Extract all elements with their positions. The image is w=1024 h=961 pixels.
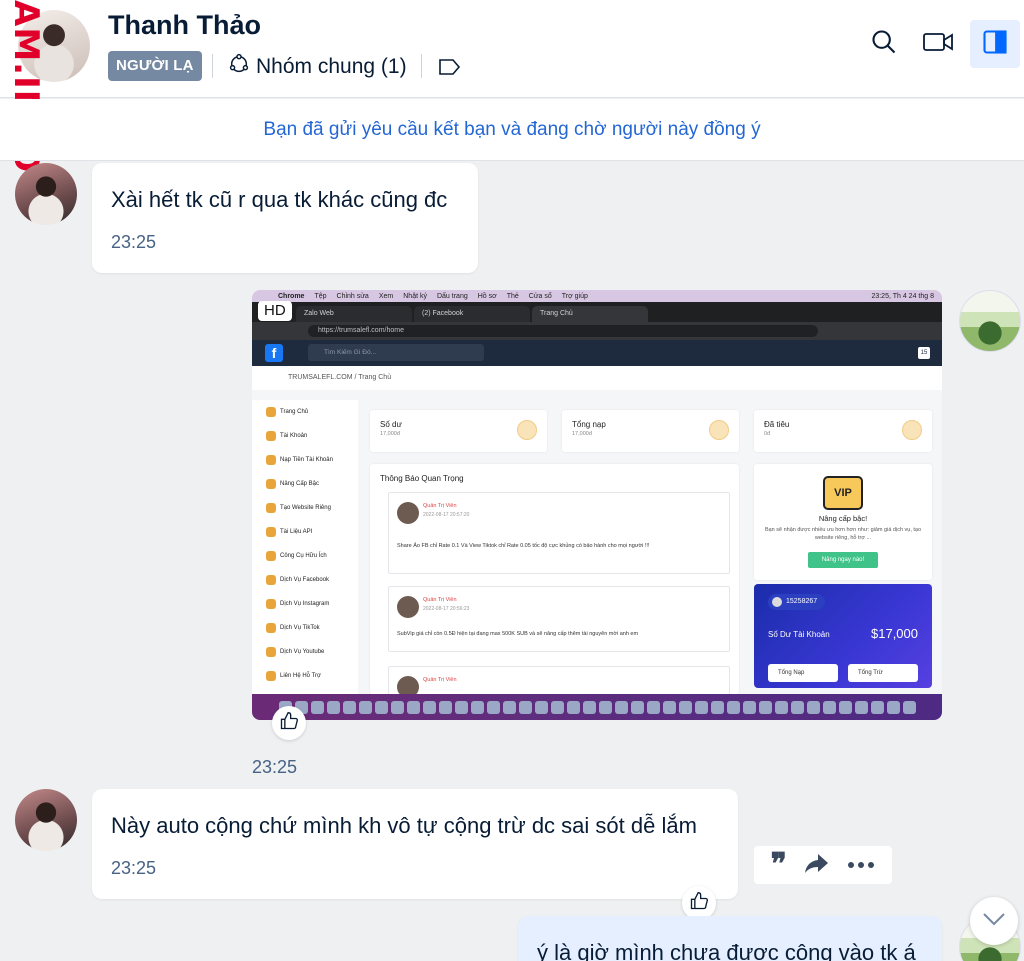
friend-request-banner: Bạn đã gửi yêu cầu kết bạn và đang chờ n…: [0, 99, 1024, 161]
search-icon: [870, 28, 898, 61]
sender-avatar[interactable]: [15, 789, 77, 851]
scroll-to-bottom-button[interactable]: [970, 897, 1018, 945]
video-camera-icon: [922, 29, 954, 60]
site-header: f Tìm Kiếm Gì Đó... 15: [252, 340, 942, 366]
toggle-info-panel-button[interactable]: [970, 20, 1020, 68]
message-text: ý là giờ mình chưa được cộng vào tk á: [537, 940, 916, 961]
chat-header: Thanh Thảo NGƯỜI LẠ Nhóm chung (1): [0, 0, 1024, 98]
message-actions: ❞: [754, 846, 892, 884]
message-time: 23:25: [252, 757, 298, 777]
mac-menubar: Chrome Tệp Chỉnh sửa Xem Nhật ký Dấu tra…: [252, 290, 942, 302]
message-bubble-mine[interactable]: ý là giờ mình chưa được cộng vào tk á: [518, 916, 942, 961]
stat-card: Đã tiêu 0đ: [754, 410, 932, 452]
message-text: Xài hết tk cũ r qua tk khác cũng đc: [111, 187, 448, 212]
site-sidebar: Trang Chủ Tài Khoản Nạp Tiền Tài Khoản N…: [252, 400, 358, 700]
my-avatar[interactable]: [959, 290, 1021, 352]
chevron-down-icon: [982, 912, 1006, 931]
notice-card: Thông Báo Quan Trọng Quản Trị Viên 2022-…: [370, 464, 739, 706]
browser-urlbar: https://trumsalefl.com/home: [252, 322, 942, 340]
message-bubble[interactable]: Xài hết tk cũ r qua tk khác cũng đc 23:2…: [92, 163, 478, 273]
header-divider: [212, 54, 213, 78]
notice-post: Quản Trị Viên 2022-08-17 20:57:20 Share …: [388, 492, 730, 574]
stat-card: Tổng nạp 17,000đ: [562, 410, 739, 452]
thumbs-up-icon: [279, 711, 299, 736]
message-time: 23:25: [111, 858, 157, 878]
mac-dock: [252, 694, 942, 720]
more-options-icon[interactable]: [847, 856, 875, 874]
balance-card: 15258267 Số Dư Tài Khoản $17,000 Tổng Nạ…: [754, 584, 932, 688]
message-bubble[interactable]: Này auto cộng chứ mình kh vô tự cộng trừ…: [92, 789, 738, 899]
contact-name[interactable]: Thanh Thảo: [108, 10, 261, 41]
message-time: 23:25: [111, 232, 157, 252]
stat-card: Số dư 17,000đ: [370, 410, 547, 452]
hd-badge: HD: [258, 301, 292, 321]
common-groups-label: Nhóm chung (1): [256, 55, 407, 78]
tag-icon[interactable]: [438, 57, 462, 77]
site-breadcrumb: TRUMSALEFL.COM / Trang Chủ: [252, 366, 942, 390]
browser-tabbar: Zalo Web (2) Facebook Trang Chủ: [252, 302, 942, 322]
thumbs-up-icon: [689, 891, 709, 916]
vip-card: VIP Nâng cấp bậc! Bạn sẽ nhận được nhiều…: [754, 464, 932, 580]
search-button[interactable]: [862, 22, 906, 66]
video-call-button[interactable]: [916, 22, 960, 66]
common-groups-link[interactable]: Nhóm chung (1): [228, 53, 407, 81]
quote-reply-icon[interactable]: ❞: [771, 850, 787, 880]
facebook-logo-icon: f: [265, 344, 283, 362]
sidebar-panel-icon: [981, 28, 1009, 61]
message-text: Này auto cộng chứ mình kh vô tự cộng trừ…: [111, 813, 697, 838]
like-reaction-button[interactable]: [272, 706, 306, 740]
like-reaction-button[interactable]: [682, 886, 716, 920]
group-icon: [228, 53, 250, 81]
image-message[interactable]: Chrome Tệp Chỉnh sửa Xem Nhật ký Dấu tra…: [252, 290, 942, 720]
sender-avatar[interactable]: [15, 163, 77, 225]
header-divider: [421, 54, 422, 78]
stranger-badge: NGƯỜI LẠ: [108, 51, 202, 81]
notice-post: Quản Trị Viên 2022-08-17 20:56:23 SubVip…: [388, 586, 730, 652]
forward-share-icon[interactable]: [804, 852, 830, 879]
